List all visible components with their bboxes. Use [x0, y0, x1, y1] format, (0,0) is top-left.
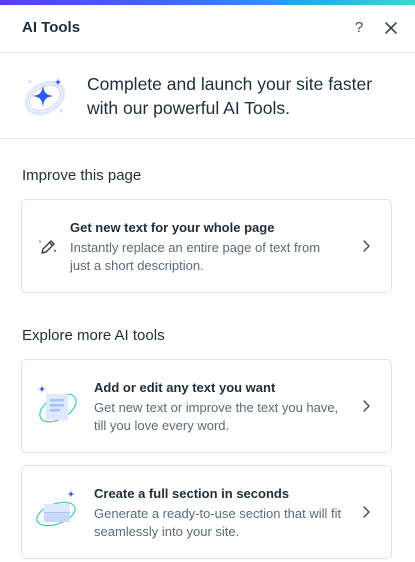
- intro-illustration: [21, 73, 69, 121]
- improve-section-title: Improve this page: [22, 167, 142, 184]
- ai-tools-panel: AI Tools ? Complete and launch your site…: [0, 0, 415, 562]
- card-description: Get new text or improve the text you hav…: [94, 400, 339, 433]
- ai-text-icon: [38, 385, 77, 423]
- explore-section-title: Explore more AI tools: [22, 327, 165, 344]
- card-create-section[interactable]: Create a full section in seconds Generat…: [21, 465, 392, 559]
- chevron-right-icon: [363, 400, 370, 412]
- card-title: Create a full section in seconds: [94, 486, 290, 501]
- intro-text: Complete and launch your site faster wit…: [87, 74, 373, 118]
- magic-pen-icon: [38, 240, 57, 254]
- chevron-right-icon: [363, 240, 370, 252]
- close-icon: [385, 22, 397, 34]
- card-description: Generate a ready-to-use section that wil…: [94, 506, 342, 539]
- card-title: Add or edit any text you want: [94, 380, 276, 395]
- card-new-page-text[interactable]: Get new text for your whole page Instant…: [21, 199, 392, 293]
- panel-header: AI Tools ?: [0, 5, 415, 53]
- panel-title: AI Tools: [22, 19, 81, 36]
- ai-section-icon: [36, 490, 76, 527]
- chevron-right-icon: [363, 506, 370, 518]
- card-description: Instantly replace an entire page of text…: [70, 240, 321, 273]
- card-add-edit-text[interactable]: Add or edit any text you want Get new te…: [21, 359, 392, 453]
- intro-banner: Complete and launch your site faster wit…: [0, 53, 415, 139]
- close-button[interactable]: [382, 19, 400, 37]
- card-title: Get new text for your whole page: [70, 220, 275, 235]
- sparkles-icon: [24, 78, 66, 116]
- help-button[interactable]: ?: [350, 18, 368, 38]
